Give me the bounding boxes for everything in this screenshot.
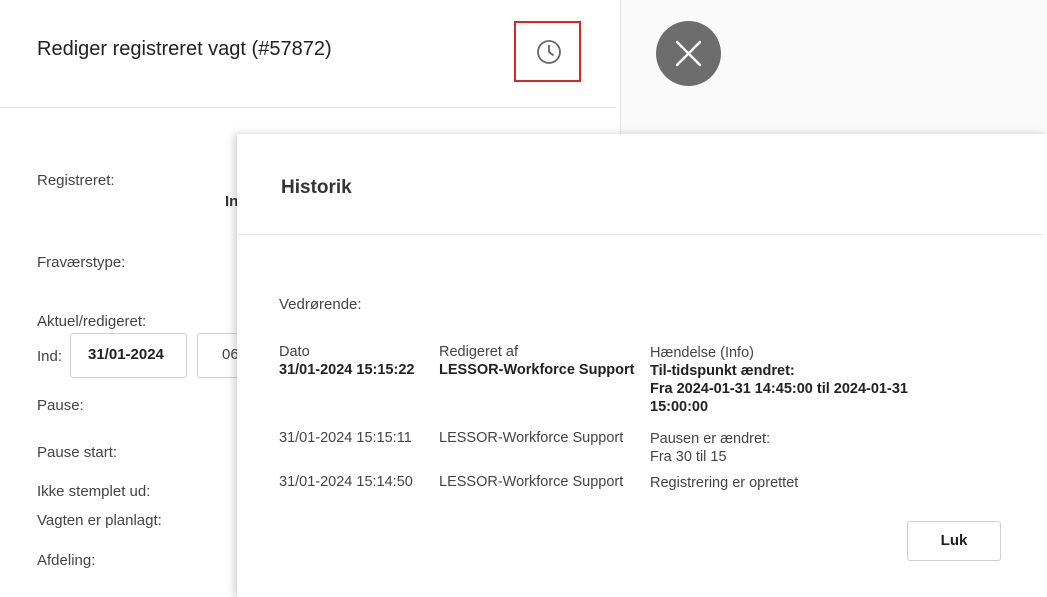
row-event-info: Fra 2024-01-31 14:45:00 til 2024-01-31 1… bbox=[650, 381, 908, 415]
history-panel: Historik Vedrørende: Dato Redigeret af H… bbox=[237, 134, 1047, 597]
in-date-input[interactable]: 31/01-2024 bbox=[70, 333, 187, 378]
row-event-title: Pausen er ændret: bbox=[650, 431, 771, 447]
row-edited-by: LESSOR-Workforce Support bbox=[439, 474, 624, 490]
registered-label: Registreret: bbox=[37, 172, 115, 189]
close-button[interactable] bbox=[656, 21, 721, 86]
column-header-event: Hændelse (Info) bbox=[650, 345, 754, 361]
row-edited-by: LESSOR-Workforce Support bbox=[439, 362, 635, 378]
column-header-date: Dato bbox=[279, 344, 310, 360]
history-button[interactable] bbox=[514, 21, 581, 82]
row-event: Pausen er ændret: Fra 30 til 15 bbox=[650, 430, 950, 466]
close-icon bbox=[675, 40, 702, 67]
edit-dialog-header: Rediger registreret vagt (#57872) bbox=[0, 0, 616, 108]
row-date: 31/01-2024 15:15:11 bbox=[279, 430, 412, 446]
not-clocked-out-label: Ikke stemplet ud: bbox=[37, 483, 151, 500]
pause-label: Pause: bbox=[37, 397, 84, 414]
history-header: Historik bbox=[237, 134, 1043, 235]
department-label: Afdeling: bbox=[37, 552, 96, 569]
row-event: Til-tidspunkt ændret: Fra 2024-01-31 14:… bbox=[650, 362, 950, 416]
absence-type-label: Fraværstype: bbox=[37, 254, 126, 271]
row-date: 31/01-2024 15:15:22 bbox=[279, 362, 415, 378]
row-event-info: Fra 30 til 15 bbox=[650, 449, 727, 465]
shift-planned-label: Vagten er planlagt: bbox=[37, 512, 162, 529]
row-edited-by: LESSOR-Workforce Support bbox=[439, 430, 624, 446]
concerning-label: Vedrørende: bbox=[279, 296, 362, 313]
column-header-edited-by: Redigeret af bbox=[439, 344, 518, 360]
close-history-button[interactable]: Luk bbox=[907, 521, 1001, 561]
actual-edited-label: Aktuel/redigeret: bbox=[37, 313, 147, 330]
in-label: Ind: bbox=[37, 348, 63, 365]
page-title: Rediger registreret vagt (#57872) bbox=[37, 38, 332, 60]
clock-icon bbox=[537, 40, 561, 64]
row-event-title: Registrering er oprettet bbox=[650, 475, 799, 491]
history-title: Historik bbox=[281, 177, 352, 198]
in-time-input[interactable]: 06 bbox=[197, 333, 239, 378]
row-event: Registrering er oprettet bbox=[650, 474, 950, 492]
pause-start-label: Pause start: bbox=[37, 444, 118, 461]
row-date: 31/01-2024 15:14:50 bbox=[279, 474, 413, 490]
row-event-title: Til-tidspunkt ændret: bbox=[650, 363, 795, 379]
